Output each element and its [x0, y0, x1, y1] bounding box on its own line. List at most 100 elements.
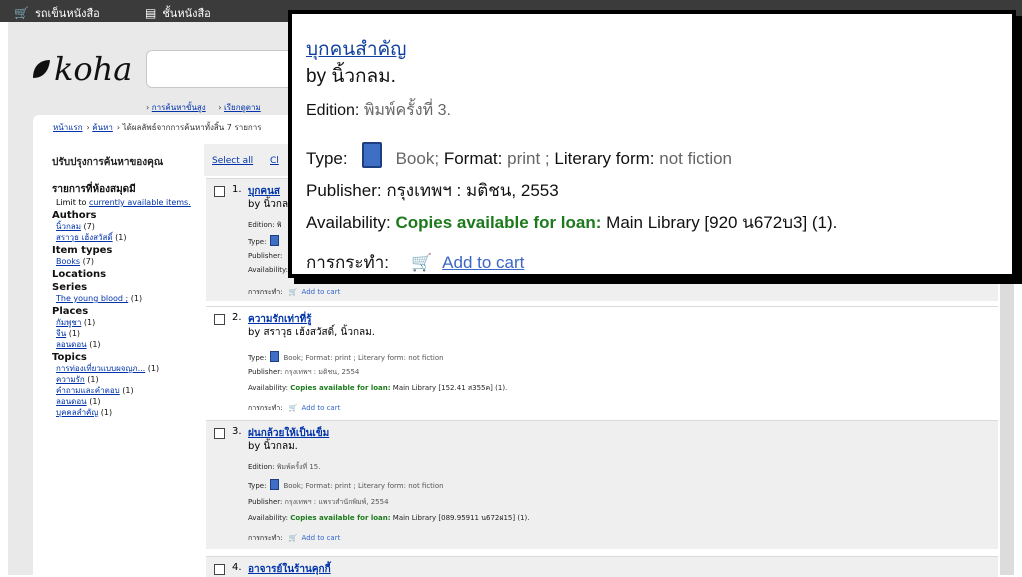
zoom-availability: Availability: Copies available for loan:…	[306, 213, 838, 232]
facet-item: การท่องเที่ยวแบบผจญภ... (1)	[56, 363, 202, 374]
facet-link[interactable]: นิ้วกลม	[56, 222, 81, 231]
result-actions: การกระทำ: 🛒 Add to cart	[248, 534, 341, 542]
facet-heading: Places	[52, 306, 89, 317]
facet-count: (1)	[89, 340, 101, 349]
result-publisher: Publisher: กรุงเทพฯ : มติชน, 2554	[248, 368, 360, 376]
add-to-cart-link[interactable]: Add to cart	[442, 253, 524, 272]
facet-item: คำถามและคำตอบ (1)	[56, 385, 202, 396]
zoom-title[interactable]: บุกคนสำคัญ	[306, 34, 406, 64]
add-to-cart-link[interactable]: Add to cart	[302, 534, 341, 542]
facet-link[interactable]: จีน	[56, 329, 66, 338]
facet-count: (7)	[83, 222, 95, 231]
logo-text: koha	[54, 50, 133, 88]
koha-logo[interactable]: koha	[30, 50, 132, 88]
result-row-2: 2. ความรักเท่าที่รู้ by สราวุธ เฮ้งสวัสด…	[206, 306, 998, 417]
result-row-4: 4. อาจารย์ในร้านคุกกี้	[206, 556, 998, 577]
result-author: by นิ้วกลม.	[248, 441, 298, 452]
result-publisher: Publisher: กรุงเทพฯ : แพรวสำนักพิมพ์, 25…	[248, 498, 389, 506]
result-availability: Availability: Copies available for loan:…	[248, 384, 508, 392]
refine-sidebar: ปรับปรุงการค้นหาของคุณ รายการที่ห้องสมุด…	[52, 155, 202, 418]
cart-label: รถเข็นหนังสือ	[34, 7, 100, 20]
result-number: 4.	[232, 562, 242, 573]
cart-menu[interactable]: 🛒 รถเข็นหนังสือ	[14, 4, 100, 22]
zoom-publisher: Publisher: กรุงเทพฯ : มติชน, 2553	[306, 181, 559, 200]
facet-link[interactable]: ความรัก	[56, 375, 85, 384]
breadcrumb-search[interactable]: ค้นหา	[92, 123, 113, 132]
book-icon	[270, 479, 280, 490]
result-author: by สราวุธ เฮ้งสวัสดิ์, นิ้วกลม.	[248, 327, 375, 338]
zoom-actions: การกระทำ: 🛒 Add to cart	[306, 253, 525, 272]
zoomed-result-callout: บุกคนสำคัญ by นิ้วกลม. Edition: พิมพ์ครั…	[288, 10, 1016, 278]
result-type: Type: Book; Format: print ; Literary form…	[248, 479, 444, 490]
facet-link[interactable]: Books	[56, 257, 80, 266]
book-icon	[361, 142, 382, 168]
cart-icon: 🛒	[288, 404, 298, 412]
result-edition: Edition: พิมพ์ครั้งที่ 15.	[248, 463, 321, 471]
facet-link[interactable]: คำถามและคำตอบ	[56, 386, 120, 395]
facet-item: Books (7)	[56, 256, 202, 267]
availability-heading: รายการที่ห้องสมุดมี	[52, 184, 136, 195]
add-to-cart-link[interactable]: Add to cart	[302, 404, 341, 412]
facet-item: นิ้วกลม (7)	[56, 221, 202, 232]
search-links: › การค้นหาขั้นสูง › เรียกดูตาม	[146, 101, 271, 114]
facet-count: (1)	[89, 397, 101, 406]
list-icon: ▤	[145, 6, 157, 20]
facet-count: (1)	[87, 375, 99, 384]
facet-heading: Item types	[52, 245, 113, 256]
clear-all-link[interactable]: Cl	[270, 156, 279, 166]
facet-link[interactable]: The young blood ;	[56, 294, 128, 303]
facet-count: (1)	[147, 364, 160, 373]
facet-link[interactable]: การท่องเที่ยวแบบผจญภ...	[56, 364, 145, 373]
lists-menu[interactable]: ▤ ชั้นหนังสือ	[145, 4, 211, 22]
result-number: 1.	[232, 184, 242, 195]
facet-link[interactable]: ลอนดอน	[56, 340, 87, 349]
availability-limit: Limit to currently available items.	[56, 198, 191, 207]
lists-label: ชั้นหนังสือ	[162, 7, 211, 20]
facet-link[interactable]: สราวุธ เฮ้งสวัสดิ์	[56, 233, 113, 242]
add-to-cart-link[interactable]: Add to cart	[302, 288, 341, 296]
select-checkbox[interactable]	[214, 314, 225, 325]
cart-icon: 🛒	[288, 288, 298, 296]
breadcrumb-results: ได้ผลลัพธ์จากการค้นหาทั้งสิ้น 7 รายการ	[122, 123, 262, 132]
facet-count: (1)	[130, 294, 143, 303]
facet-count: (7)	[82, 257, 94, 266]
select-all-link[interactable]: Select all	[212, 156, 253, 166]
facet-count: (1)	[83, 318, 96, 327]
result-author: by นิ้วกล	[248, 199, 289, 210]
facet-item: ความรัก (1)	[56, 374, 202, 385]
search-input[interactable]	[146, 50, 298, 88]
facet-heading: Authors	[52, 210, 97, 221]
facet-list: Authors นิ้วกลม (7) สราวุธ เฮ้งสวัสดิ์ (1)…	[52, 210, 202, 418]
result-type: Type:	[248, 235, 283, 246]
advanced-search-link[interactable]: › การค้นหาขั้นสูง	[146, 103, 206, 112]
facet-item: บุคคลสำคัญ (1)	[56, 407, 202, 418]
select-checkbox[interactable]	[214, 186, 225, 197]
breadcrumb-home[interactable]: หน้าแรก	[53, 123, 83, 132]
facet-count: (1)	[68, 329, 81, 338]
cart-icon: 🛒	[288, 534, 298, 542]
limit-available-link[interactable]: currently available items.	[89, 198, 191, 207]
facet-count: (1)	[115, 233, 127, 242]
result-number: 3.	[232, 426, 242, 437]
facet-item: กัมพูชา (1)	[56, 317, 202, 328]
facet-item: ลอนดอน (1)	[56, 396, 202, 407]
cart-icon: 🛒	[14, 6, 29, 20]
result-number: 2.	[232, 312, 242, 323]
facet-heading: Locations	[52, 269, 107, 280]
result-edition: Edition: พิ	[248, 221, 282, 229]
select-checkbox[interactable]	[214, 564, 225, 575]
result-availability: Availability:	[248, 266, 289, 274]
facet-count: (1)	[122, 386, 134, 395]
facet-link[interactable]: บุคคลสำคัญ	[56, 408, 98, 417]
zoom-type: Type: Book; Format: print ; Literary form…	[306, 142, 732, 169]
facet-heading: Topics	[52, 352, 87, 363]
result-availability: Availability: Copies available for loan:…	[248, 514, 530, 522]
result-row-3: 3. ฝนกล้วยให้เป็นเข็ม by นิ้วกลม. Editio…	[206, 420, 998, 549]
result-actions: การกระทำ: 🛒 Add to cart	[248, 404, 341, 412]
select-checkbox[interactable]	[214, 428, 225, 439]
facet-item: The young blood ; (1)	[56, 293, 202, 304]
facet-link[interactable]: ลอนดอน	[56, 397, 87, 406]
result-actions: การกระทำ: 🛒 Add to cart	[248, 288, 341, 296]
facet-link[interactable]: กัมพูชา	[56, 318, 81, 327]
browse-link[interactable]: › เรียกดูตาม	[218, 103, 260, 112]
